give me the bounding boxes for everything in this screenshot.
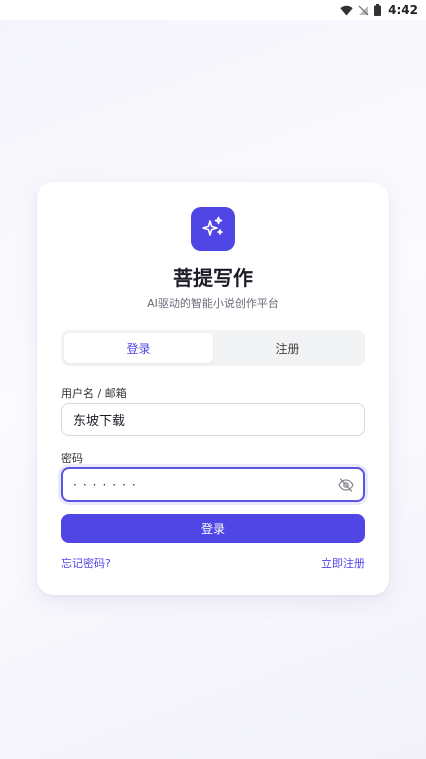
clock: 4:42 — [388, 3, 418, 17]
tab-login[interactable]: 登录 — [64, 333, 213, 363]
auth-tabs: 登录 注册 — [61, 330, 365, 366]
eye-off-icon[interactable] — [338, 477, 354, 492]
login-card: 菩提写作 AI驱动的智能小说创作平台 登录 注册 用户名 / 邮箱 东坡下载 密… — [37, 182, 389, 595]
app-tagline: AI驱动的智能小说创作平台 — [147, 297, 279, 310]
register-now-link[interactable]: 立即注册 — [321, 555, 365, 571]
app-logo — [191, 207, 235, 251]
app-title: 菩提写作 — [173, 266, 253, 290]
password-label: 密码 — [61, 452, 83, 465]
wifi-icon — [340, 5, 353, 16]
battery-icon — [374, 4, 382, 16]
password-mask: ······· — [73, 477, 142, 492]
login-button[interactable]: 登录 — [61, 514, 365, 543]
tab-register[interactable]: 注册 — [213, 333, 362, 363]
password-field[interactable]: ······· — [61, 467, 365, 502]
no-signal-icon — [358, 5, 369, 16]
username-label: 用户名 / 邮箱 — [61, 387, 127, 400]
forgot-password-link[interactable]: 忘记密码? — [61, 555, 111, 571]
username-value: 东坡下载 — [73, 414, 126, 429]
username-field[interactable]: 东坡下载 — [61, 403, 365, 436]
sparkles-icon — [201, 215, 225, 243]
status-bar: 4:42 — [0, 0, 426, 20]
